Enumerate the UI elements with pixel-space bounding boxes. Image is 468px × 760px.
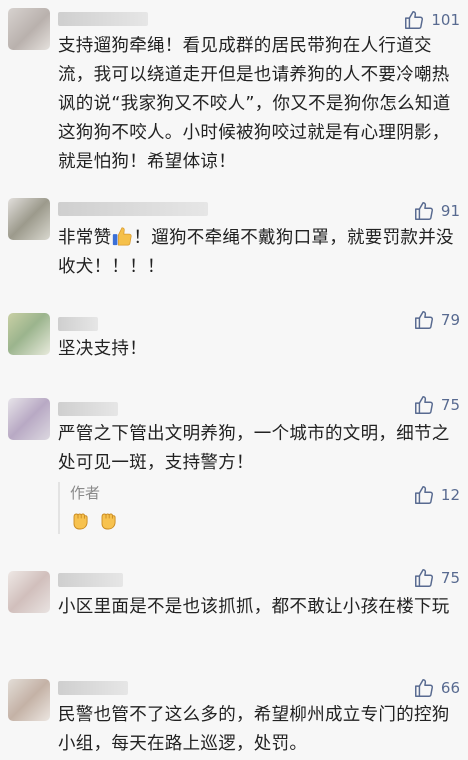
thumbs-up-icon [414,311,433,329]
like-button[interactable]: 79 [413,309,460,331]
comment-text: 支持遛狗牵绳！看见成群的居民带狗在人行道交流，我可以绕道走开但是也请养狗的人不要… [58,36,451,172]
thumbs-up-emoji-icon [111,225,133,247]
comment-text: 坚决支持！ [58,339,147,359]
author-reply: 作者 [58,482,462,534]
avatar[interactable] [8,679,50,721]
comment-text: 非常赞 ！遛狗不牵绳不戴狗口罩，就要罚款并没收犬！！！！ [58,224,458,282]
comment-text: 民警也管不了这么多的，希望柳州成立专门的控狗小组，每天在路上巡逻，处罚。 [58,705,450,754]
like-button[interactable]: 91 [413,200,460,222]
like-count: 91 [440,202,460,220]
raised-fist-emoji-icon [73,513,88,530]
reply-content [68,508,120,532]
avatar[interactable] [8,398,50,440]
thumbs-up-icon [414,569,433,587]
like-button[interactable]: 101 [403,9,460,31]
like-button[interactable]: 75 [413,394,460,416]
reply-like-count: 12 [440,486,460,504]
reply-like-button[interactable]: 12 [413,484,460,506]
avatar[interactable] [8,571,50,613]
like-count: 75 [440,396,460,414]
like-count: 101 [431,11,460,29]
like-button[interactable]: 75 [413,567,460,589]
avatar[interactable] [8,8,50,50]
thumbs-up-icon [405,11,424,29]
comment-list: 101 支持遛狗牵绳！看见成群的居民带狗在人行道交流，我可以绕道走开但是也请养狗… [0,0,468,760]
nickname-blurred[interactable] [58,402,118,416]
comment-text: 严管之下管出文明养狗，一个城市的文明，细节之处可见一斑，支持警方！ [58,424,450,473]
nickname-blurred[interactable] [58,317,98,331]
author-label: 作者 [70,484,101,502]
comment-text: 小区里面是不是也该抓抓，都不敢让小孩在楼下玩 [58,597,450,617]
raised-fist-emoji-icon [101,513,116,530]
nickname-blurred[interactable] [58,573,123,587]
nickname-blurred[interactable] [58,681,128,695]
nickname-blurred[interactable] [58,12,148,26]
like-count: 75 [440,569,460,587]
thumbs-up-icon [414,396,433,414]
comment-text-start: 非常赞 [58,228,112,248]
like-count: 66 [440,679,460,697]
thumbs-up-icon [414,679,433,697]
like-count: 79 [440,311,460,329]
avatar[interactable] [8,313,50,355]
nickname-blurred[interactable] [58,202,208,216]
like-button[interactable]: 66 [413,677,460,699]
avatar[interactable] [8,198,50,240]
thumbs-up-icon [414,486,433,504]
thumbs-up-icon [414,202,433,220]
